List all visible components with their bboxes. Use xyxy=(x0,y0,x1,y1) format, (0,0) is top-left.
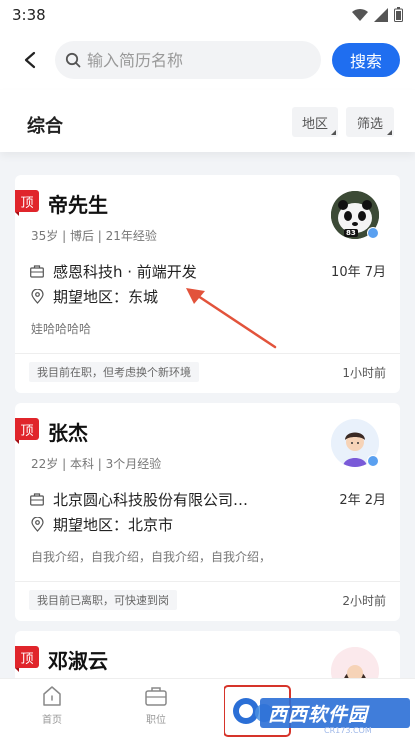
search-field[interactable] xyxy=(55,41,321,79)
tab-home-label: 首页 xyxy=(42,715,62,726)
experience-duration: 10年 7月 xyxy=(331,265,386,280)
expected-region: 期望地区：北京市 xyxy=(53,516,174,534)
verified-icon xyxy=(367,227,379,239)
annotation-arrow xyxy=(186,288,277,349)
watermark-domain: CR173.COM xyxy=(324,726,372,735)
tab-jobs[interactable]: 职位 xyxy=(126,685,186,735)
filter-bar: 综合 地区 筛选 xyxy=(0,90,415,152)
divider xyxy=(15,353,400,354)
briefcase-icon xyxy=(145,687,167,706)
sort-comprehensive[interactable]: 综合 xyxy=(27,112,63,138)
region-filter-button[interactable]: 地区 xyxy=(292,107,338,137)
signal-icon xyxy=(374,7,388,22)
experience-duration: 2年 2月 xyxy=(339,493,386,508)
region-row: 期望地区：北京市 xyxy=(29,514,173,535)
chevron-left-icon xyxy=(24,51,36,69)
location-pin-icon xyxy=(29,517,45,533)
briefcase-icon xyxy=(29,264,45,280)
top-badge: 顶 xyxy=(15,418,39,444)
watermark-text: 西西软件园 xyxy=(268,704,369,726)
wifi-icon xyxy=(352,8,368,21)
job-title: 感恩科技h · 前端开发 xyxy=(53,263,197,281)
home-icon xyxy=(43,686,61,706)
candidate-name: 张杰 xyxy=(48,421,88,445)
region-row: 期望地区：东城 xyxy=(29,286,158,307)
corner-triangle-icon xyxy=(331,130,336,135)
resume-card[interactable]: 顶 张杰 22岁 | 本科 | 3个月经验 北京圆心科技股份有限公司… 2年 2… xyxy=(15,403,400,621)
job-title: 北京圆心科技股份有限公司… xyxy=(53,491,249,509)
filter-label: 筛选 xyxy=(356,116,383,132)
avatar-label: 83 xyxy=(346,229,356,237)
divider xyxy=(15,581,400,582)
job-row: 感恩科技h · 前端开发 xyxy=(29,261,197,282)
status-icons xyxy=(352,7,403,22)
candidate-meta: 22岁 | 本科 | 3个月经验 xyxy=(31,457,162,471)
top-badge: 顶 xyxy=(15,646,39,672)
tab-jobs-label: 职位 xyxy=(146,715,166,726)
search-button[interactable]: 搜索 xyxy=(332,43,400,77)
job-row: 北京圆心科技股份有限公司… xyxy=(29,489,248,510)
search-input[interactable] xyxy=(87,50,307,70)
job-status-tag: 我目前在职，但考虑换个新环境 xyxy=(29,362,199,382)
update-time: 2小时前 xyxy=(342,594,386,608)
expected-region: 期望地区：东城 xyxy=(53,288,159,306)
status-bar: 3:38 xyxy=(0,0,415,30)
region-filter-label: 地区 xyxy=(301,116,328,132)
self-intro: 娃哈哈哈哈 xyxy=(31,322,92,336)
status-time: 3:38 xyxy=(12,6,46,24)
update-time: 1小时前 xyxy=(342,366,386,380)
verified-icon xyxy=(367,455,379,467)
location-pin-icon xyxy=(29,289,45,305)
self-intro: 自我介绍，自我介绍，自我介绍，自我介绍， xyxy=(31,550,272,564)
candidate-meta: 35岁 | 博后 | 21年经验 xyxy=(31,229,157,243)
search-header: 搜索 xyxy=(0,30,415,90)
candidate-name: 邓淑云 xyxy=(48,649,108,673)
watermark-logo: 西西软件园 CR173.COM xyxy=(223,684,414,738)
battery-icon xyxy=(394,7,403,22)
tab-home[interactable]: 首页 xyxy=(22,685,82,735)
job-status-tag: 我目前已离职，可快速到岗 xyxy=(29,590,177,610)
top-badge: 顶 xyxy=(15,190,39,216)
back-button[interactable] xyxy=(18,48,42,72)
filter-button[interactable]: 筛选 xyxy=(346,107,394,137)
candidate-name: 帝先生 xyxy=(48,193,108,217)
search-icon xyxy=(65,52,81,68)
corner-triangle-icon xyxy=(387,130,392,135)
briefcase-icon xyxy=(29,492,45,508)
